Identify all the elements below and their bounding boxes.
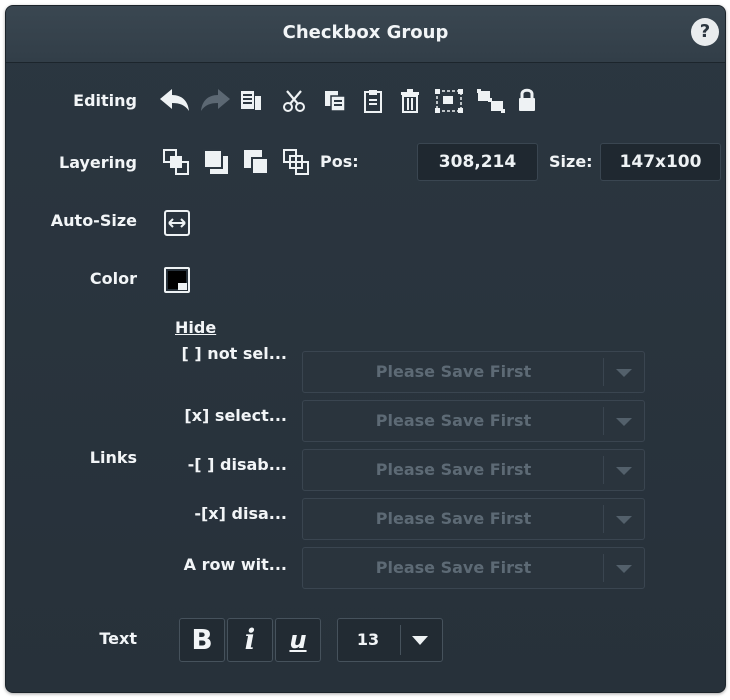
layering-label: Layering [59, 153, 137, 172]
text-label: Text [99, 629, 137, 648]
select-divider [603, 358, 604, 386]
copy-icon[interactable] [322, 88, 348, 114]
select-divider [603, 554, 604, 582]
chevron-down-icon [616, 369, 632, 377]
chevron-down-icon [616, 516, 632, 524]
link-select-0[interactable]: Please Save First [302, 351, 645, 393]
chevron-down-icon [616, 565, 632, 573]
chevron-down-icon [616, 418, 632, 426]
clipboard-icon[interactable] [361, 88, 385, 114]
link-select-value: Please Save First [375, 362, 532, 381]
chevron-down-icon [412, 636, 428, 645]
link-select-4[interactable]: Please Save First [302, 547, 645, 589]
link-select-value: Please Save First [375, 460, 532, 479]
color-label: Color [89, 269, 137, 288]
link-label-1: [x] select... [184, 406, 287, 425]
send-to-back-icon[interactable] [282, 148, 310, 176]
links-label: Links [89, 448, 137, 467]
help-button[interactable]: ? [691, 18, 719, 46]
select-divider [400, 625, 401, 655]
ungroup-icon[interactable] [476, 88, 506, 114]
lock-icon[interactable] [516, 86, 538, 114]
size-label: Size: [549, 152, 593, 171]
cut-icon[interactable] [281, 88, 307, 114]
size-field[interactable]: 147x100 [600, 143, 721, 181]
font-size-select[interactable]: 13 [337, 618, 443, 662]
link-select-value: Please Save First [375, 558, 532, 577]
trash-icon[interactable] [398, 88, 422, 114]
link-label-2: -[ ] disab... [187, 455, 287, 474]
bold-button[interactable]: B [179, 618, 225, 662]
color-swatch[interactable] [164, 267, 190, 293]
editing-label: Editing [73, 91, 137, 110]
bring-to-front-icon[interactable] [162, 148, 190, 176]
link-label-4: A row wit... [183, 555, 287, 574]
select-divider [603, 456, 604, 484]
link-label-3: -[x] disa... [194, 504, 287, 523]
auto-size-icon[interactable] [164, 210, 190, 236]
font-size-value: 13 [356, 630, 380, 649]
auto-size-label: Auto-Size [50, 211, 137, 230]
italic-button[interactable]: i [227, 618, 273, 662]
undo-icon[interactable] [158, 86, 192, 114]
title-bar: Checkbox Group ? [6, 6, 725, 63]
send-backward-icon[interactable] [242, 148, 270, 176]
select-divider [603, 505, 604, 533]
group-icon[interactable] [434, 88, 464, 114]
chevron-down-icon [616, 467, 632, 475]
hide-links-link[interactable]: Hide [175, 318, 216, 337]
bring-forward-icon[interactable] [202, 148, 230, 176]
link-select-value: Please Save First [375, 509, 532, 528]
link-label-0: [ ] not sel... [181, 344, 287, 363]
color-dropdown-icon [178, 283, 187, 290]
paste-text-icon[interactable] [238, 88, 264, 114]
link-select-1[interactable]: Please Save First [302, 400, 645, 442]
link-select-3[interactable]: Please Save First [302, 498, 645, 540]
redo-icon [201, 89, 230, 111]
panel-title: Checkbox Group [282, 22, 449, 43]
select-divider [603, 407, 604, 435]
link-select-value: Please Save First [375, 411, 532, 430]
underline-button[interactable]: u [275, 618, 321, 662]
pos-field[interactable]: 308,214 [417, 143, 538, 181]
link-select-2[interactable]: Please Save First [302, 449, 645, 491]
inspector-panel: Checkbox Group ? Editing Layering Pos: 3… [5, 5, 726, 693]
pos-label: Pos: [320, 152, 359, 171]
